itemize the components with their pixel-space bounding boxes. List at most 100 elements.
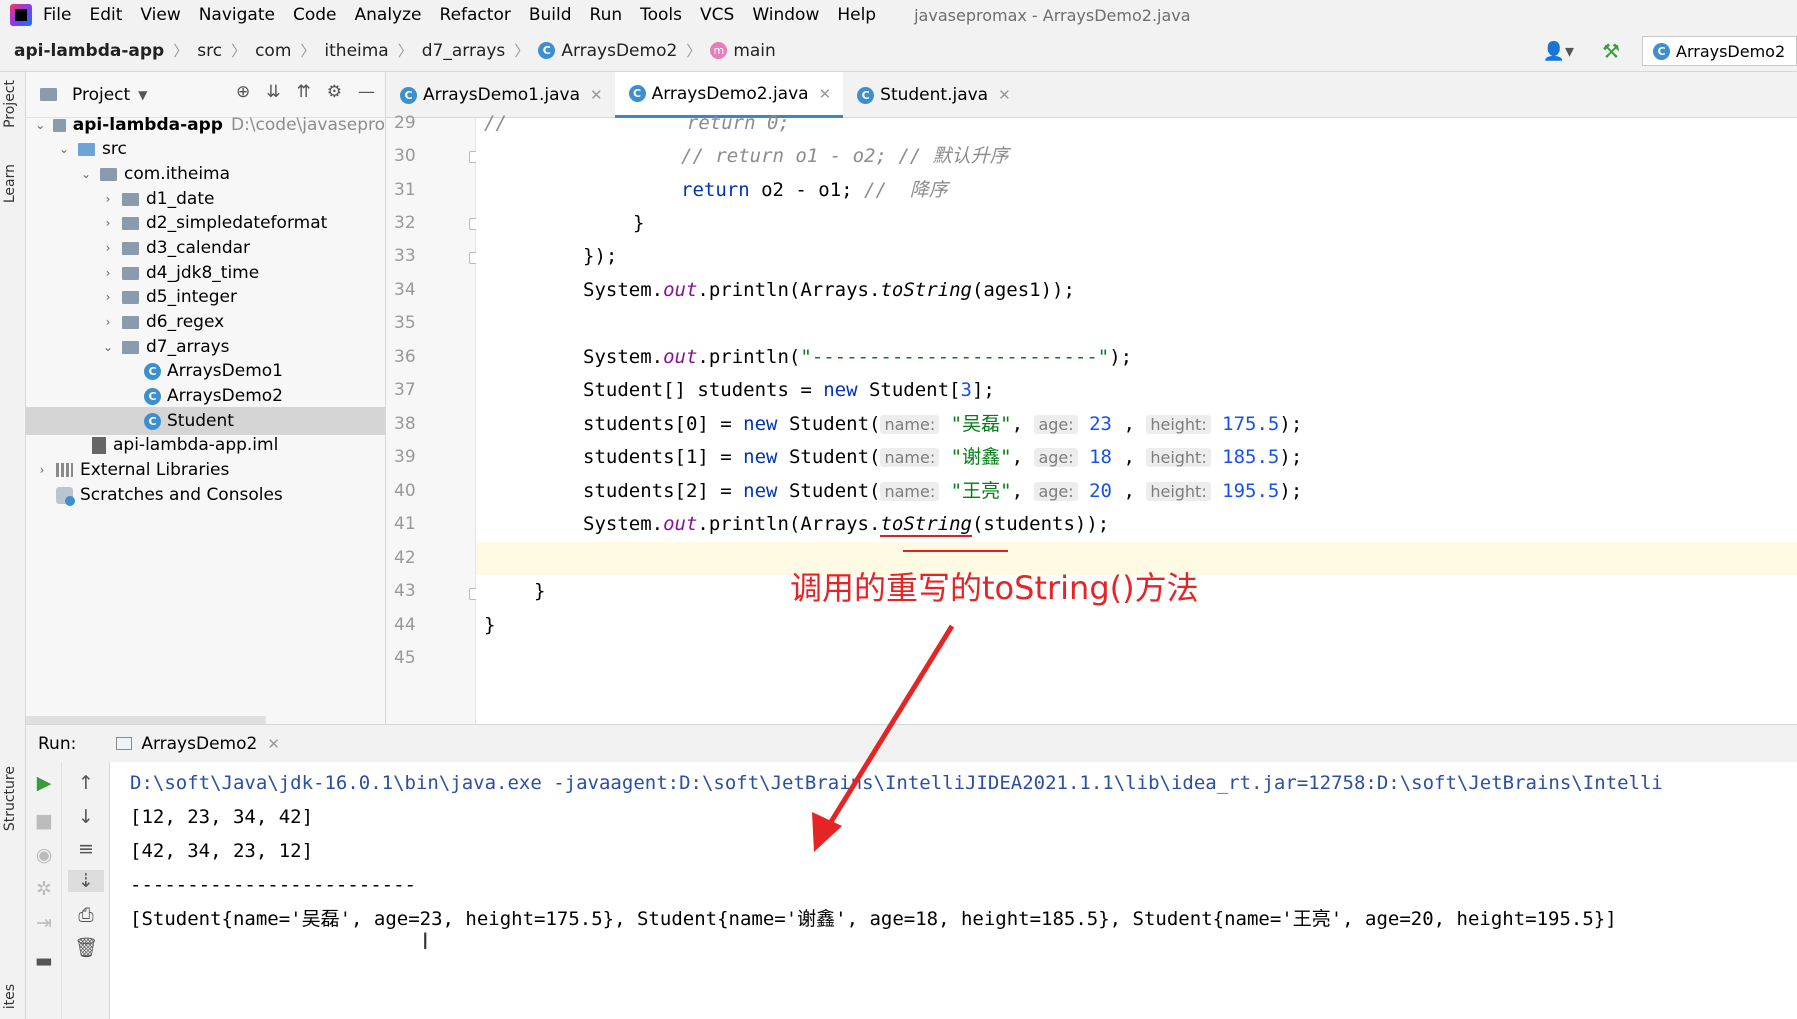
project-panel: Project ▼ ⊕ ⇊ ⇈ ⚙ — ⌄ api-lambda-app D:\co… xyxy=(26,72,386,724)
menu-analyze[interactable]: Analyze xyxy=(355,5,422,25)
arrow-down-icon[interactable]: ↓ xyxy=(68,806,104,828)
tree-item-d5[interactable]: › d5_integer xyxy=(26,283,385,311)
scroll-to-end-icon[interactable]: ⇣ xyxy=(68,870,104,892)
chevron-right-icon[interactable]: › xyxy=(100,216,116,230)
tab-learn[interactable]: Learn xyxy=(2,164,18,203)
rerun-icon[interactable]: ▶ xyxy=(26,772,62,794)
breadcrumb-src[interactable]: src xyxy=(197,41,222,61)
breadcrumb-itheima[interactable]: itheima xyxy=(324,41,388,61)
chevron-down-icon[interactable]: ⌄ xyxy=(56,142,72,156)
tree-item-d3[interactable]: › d3_calendar xyxy=(26,234,385,262)
close-icon[interactable]: ✕ xyxy=(998,86,1011,104)
package-icon xyxy=(122,216,139,230)
run-tab-arraysdemo2[interactable]: ArraysDemo2 ✕ xyxy=(116,734,280,754)
chevron-down-icon[interactable]: ⌄ xyxy=(34,118,47,132)
chevron-right-icon[interactable]: › xyxy=(100,192,116,206)
tree-item-package[interactable]: ⌄ com.itheima xyxy=(26,160,385,188)
code-editor[interactable]: // return 0; // return o1 - o2; // 默认升序 r… xyxy=(476,112,1797,724)
project-icon xyxy=(40,88,57,101)
trash-icon[interactable]: 🗑 xyxy=(68,936,104,959)
chevron-right-icon[interactable]: › xyxy=(100,266,116,280)
hide-icon[interactable]: — xyxy=(358,82,375,102)
tree-item-d6[interactable]: › d6_regex xyxy=(26,308,385,336)
line-number: 38 xyxy=(394,414,416,434)
package-icon xyxy=(122,290,139,304)
toolbar-right: 👤▾ ⚒ C ArraysDemo2 xyxy=(1543,34,1797,68)
menu-help[interactable]: Help xyxy=(837,5,876,25)
code-text: .println( xyxy=(697,346,801,368)
soft-wrap-icon[interactable]: ≡ xyxy=(68,838,104,860)
layout-icon[interactable]: ▬ xyxy=(26,950,62,972)
build-hammer-icon[interactable]: ⚒ xyxy=(1602,39,1620,63)
menu-view[interactable]: View xyxy=(140,5,180,25)
project-view-select[interactable]: Project xyxy=(72,85,130,105)
chevron-right-icon[interactable]: › xyxy=(100,315,116,329)
menu-vcs[interactable]: VCS xyxy=(700,5,734,25)
user-icon[interactable]: 👤▾ xyxy=(1543,41,1574,62)
camera-icon[interactable]: ◉ xyxy=(26,844,62,866)
chevron-right-icon: 〉 xyxy=(397,42,413,60)
number-literal: 23 xyxy=(1089,413,1112,435)
string-literal: "吴磊" xyxy=(950,413,1012,435)
exit-icon[interactable]: ⇥ xyxy=(26,912,62,934)
horizontal-scrollbar[interactable] xyxy=(26,716,266,724)
chevron-right-icon[interactable]: › xyxy=(100,290,116,304)
console-output[interactable]: D:\soft\Java\jdk-16.0.1\bin\java.exe -ja… xyxy=(110,762,1797,1019)
arrow-up-icon[interactable]: ↑ xyxy=(68,772,104,794)
chevron-down-icon[interactable]: ▼ xyxy=(138,88,147,102)
locate-icon[interactable]: ⊕ xyxy=(236,82,250,102)
gear-icon[interactable]: ⚙ xyxy=(327,82,342,102)
menu-window[interactable]: Window xyxy=(752,5,819,25)
breadcrumb-d7-arrays[interactable]: d7_arrays xyxy=(422,41,506,61)
code-text: System. xyxy=(583,346,664,368)
menu-code[interactable]: Code xyxy=(293,5,337,25)
close-icon[interactable]: ✕ xyxy=(267,735,280,753)
tree-item-src[interactable]: ⌄ src xyxy=(26,135,385,163)
tree-item-label: com.itheima xyxy=(124,164,231,184)
print-icon[interactable]: ⎙ xyxy=(68,904,104,926)
tree-item-external-libraries[interactable]: › External Libraries xyxy=(26,456,385,484)
code-text: ]; xyxy=(971,379,995,401)
chevron-right-icon[interactable]: › xyxy=(34,463,50,477)
line-number: 43 xyxy=(394,581,416,601)
expand-all-icon[interactable]: ⇊ xyxy=(266,82,280,102)
menu-edit[interactable]: Edit xyxy=(89,5,122,25)
menu-run[interactable]: Run xyxy=(590,5,623,25)
menu-refactor[interactable]: Refactor xyxy=(440,5,511,25)
debug-icon[interactable]: ✲ xyxy=(26,878,62,900)
tab-structure[interactable]: Structure xyxy=(2,766,18,831)
close-icon[interactable]: ✕ xyxy=(819,85,832,103)
tree-item-d2[interactable]: › d2_simpledateformat xyxy=(26,209,385,237)
line-number: 34 xyxy=(394,280,416,300)
class-icon: C xyxy=(144,387,161,405)
breadcrumb-class[interactable]: C ArraysDemo2 xyxy=(538,41,677,61)
tree-item-scratches[interactable]: Scratches and Consoles xyxy=(26,481,385,509)
chevron-down-icon[interactable]: ⌄ xyxy=(100,340,116,354)
code-line-31: return o2 - o1; // 降序 xyxy=(476,174,1797,207)
collapse-all-icon[interactable]: ⇈ xyxy=(297,82,311,102)
close-icon[interactable]: ✕ xyxy=(590,86,603,104)
tree-item-arraysdemo2[interactable]: C ArraysDemo2 xyxy=(26,382,385,410)
breadcrumb-method[interactable]: m main xyxy=(710,41,776,61)
chevron-right-icon[interactable]: › xyxy=(100,241,116,255)
menu-file[interactable]: File xyxy=(43,5,71,25)
tab-bottom[interactable]: ites xyxy=(2,984,18,1009)
run-toolbar: ▶ ■ ◉ ✲ ⇥ ▬ xyxy=(26,762,62,1019)
menu-navigate[interactable]: Navigate xyxy=(199,5,275,25)
tab-project[interactable]: Project xyxy=(2,80,18,128)
project-header-icons: ⊕ ⇊ ⇈ ⚙ — xyxy=(236,82,375,102)
console-line: [Student{name='吴磊', age=23, height=175.5… xyxy=(130,908,1617,930)
breadcrumb-module[interactable]: api-lambda-app xyxy=(14,41,164,61)
tree-item-iml[interactable]: api-lambda-app.iml xyxy=(26,431,385,459)
breadcrumb-com[interactable]: com xyxy=(255,41,291,61)
line-number: 31 xyxy=(394,180,416,200)
tree-item-arraysdemo1[interactable]: C ArraysDemo1 xyxy=(26,357,385,385)
code-text: Student[ xyxy=(857,379,961,401)
run-config-select[interactable]: C ArraysDemo2 xyxy=(1642,36,1797,66)
chevron-down-icon[interactable]: ⌄ xyxy=(78,167,94,181)
stop-icon[interactable]: ■ xyxy=(26,810,62,832)
menu-build[interactable]: Build xyxy=(529,5,572,25)
annotation-text: 调用的重写的toString()方法 xyxy=(790,569,1199,607)
menu-tools[interactable]: Tools xyxy=(640,5,682,25)
code-text: students[0] xyxy=(583,413,709,435)
